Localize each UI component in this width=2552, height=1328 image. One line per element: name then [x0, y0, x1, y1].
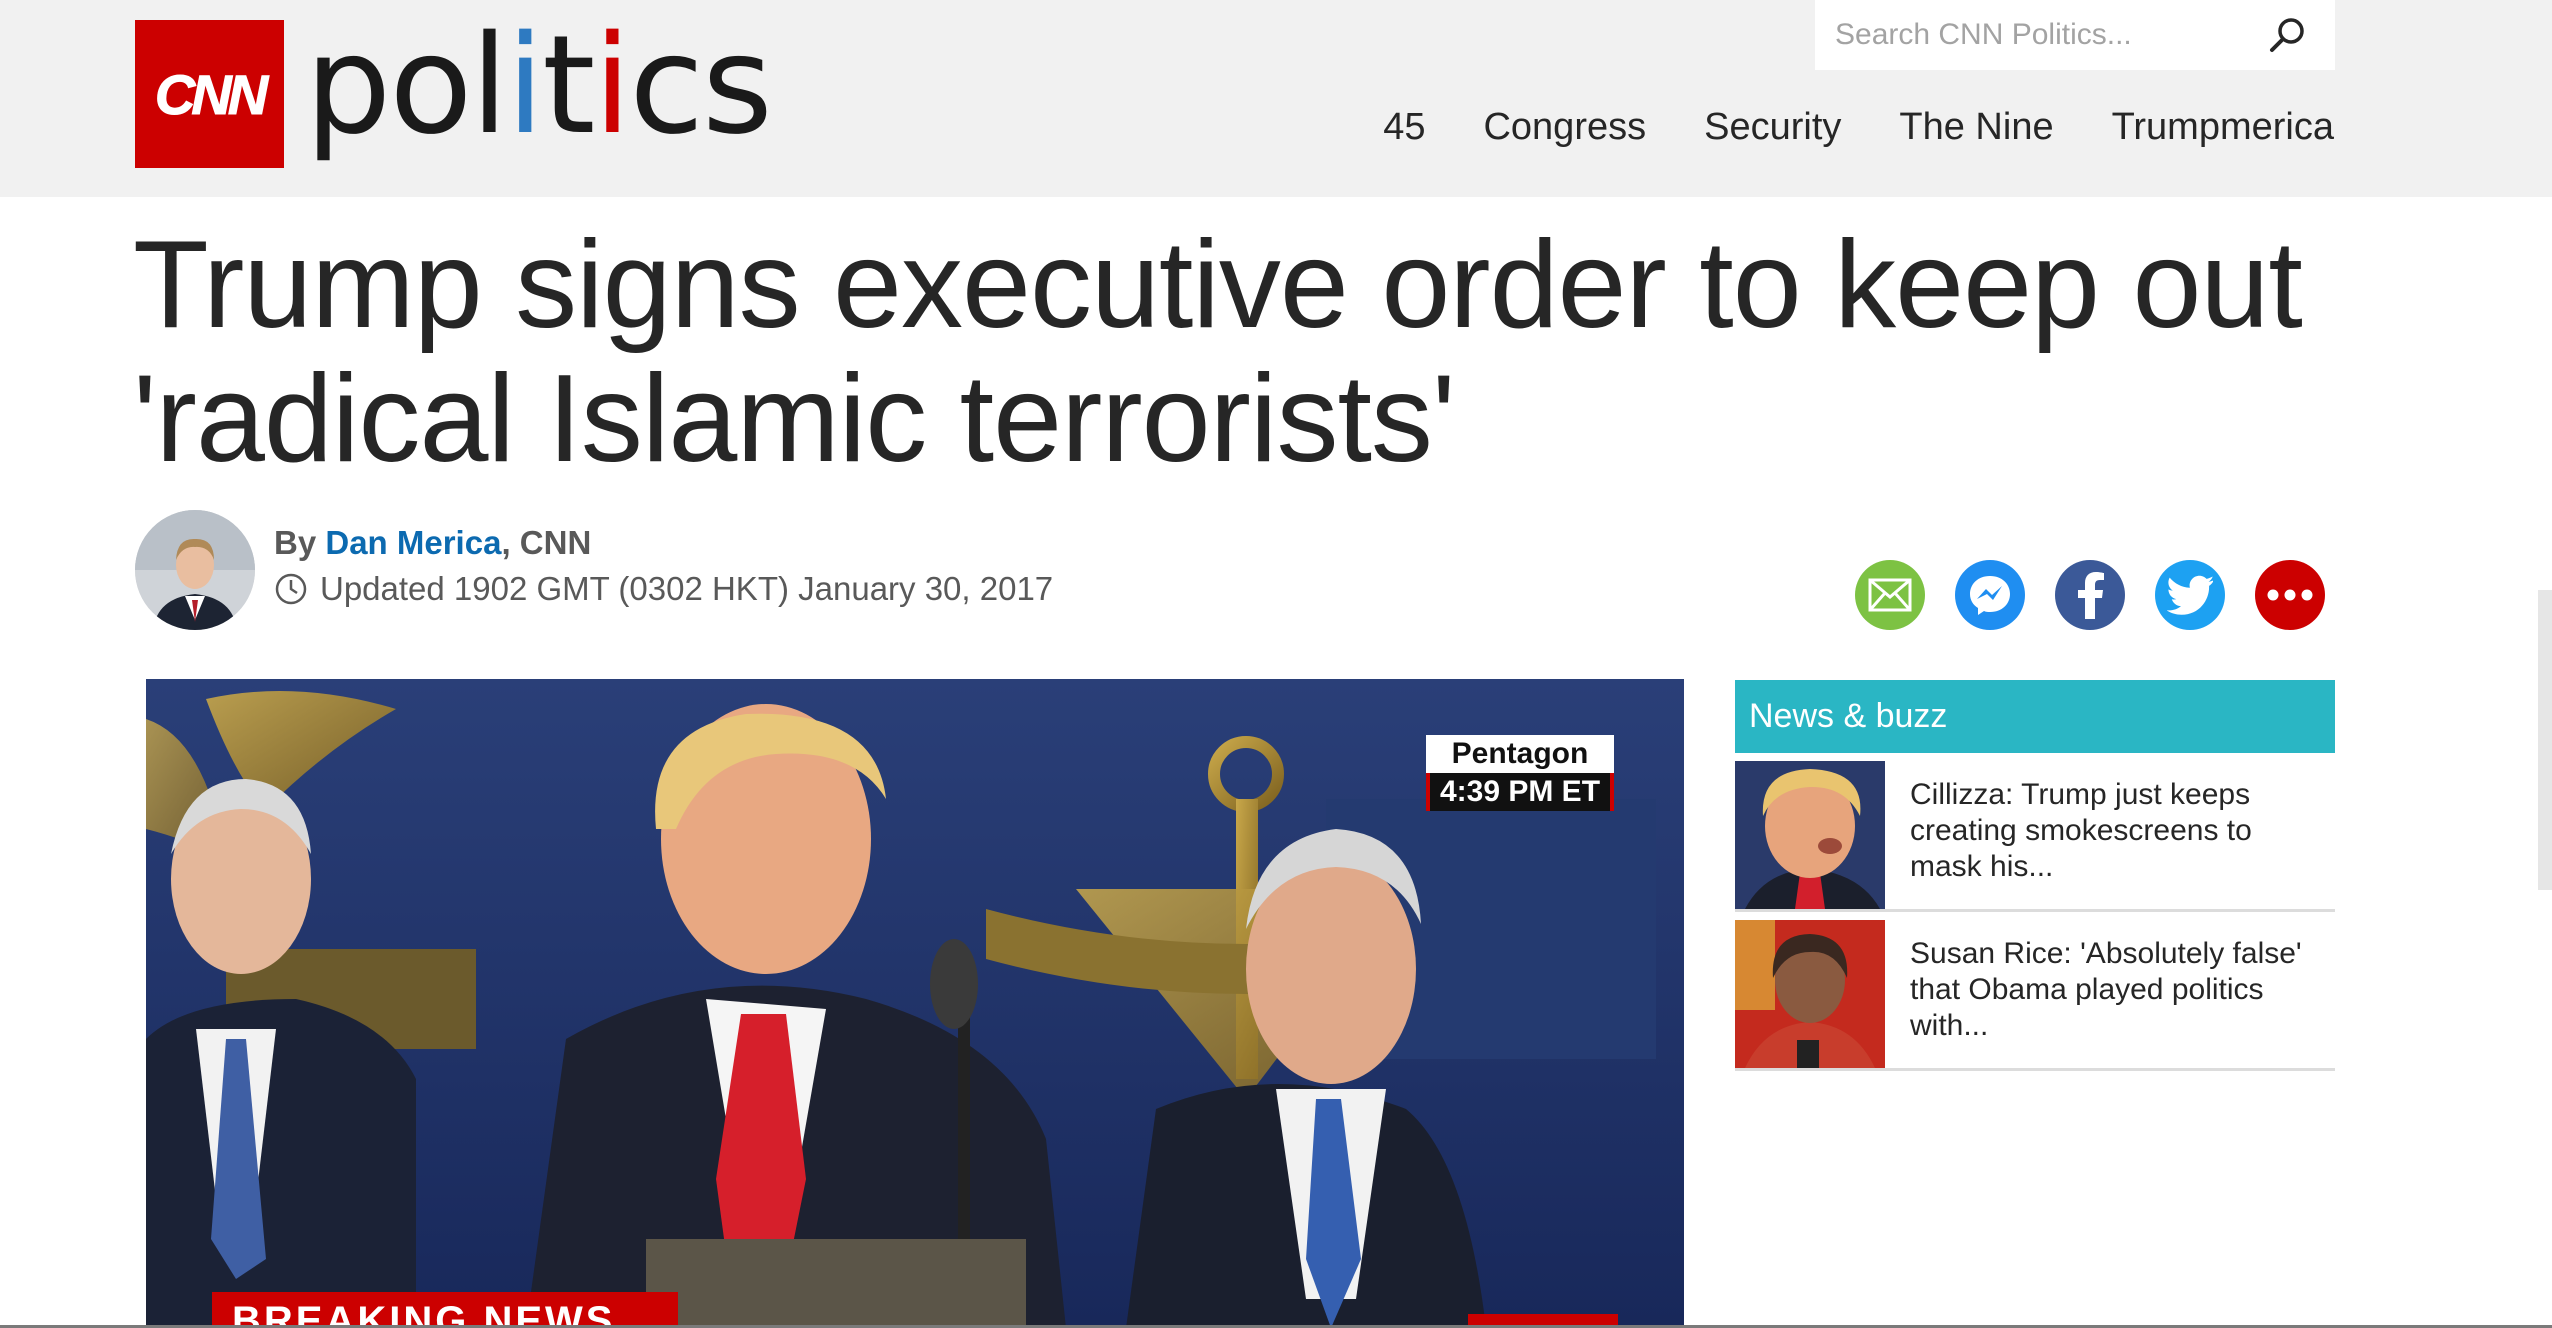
buzz-headline[interactable]: Susan Rice: 'Absolutely false' that Obam…	[1910, 936, 2320, 1068]
search-box	[1815, 0, 2335, 70]
section-title-part: i	[593, 7, 631, 165]
nav-item-security[interactable]: Security	[1704, 106, 1841, 149]
location-badge: Pentagon 4:39 PM ET	[1426, 735, 1614, 811]
section-title[interactable]: politics	[305, 6, 773, 166]
email-share-button[interactable]	[1855, 560, 1925, 630]
news-buzz-panel: News & buzz Cillizza: Trump just keeps c…	[1735, 680, 2335, 1071]
buzz-item[interactable]: Cillizza: Trump just keeps creating smok…	[1735, 761, 2335, 912]
scrollbar[interactable]	[2538, 590, 2552, 890]
article-headline: Trump signs executive order to keep out …	[133, 216, 2303, 488]
byline-outlet: , CNN	[501, 524, 592, 561]
buzz-headline[interactable]: Cillizza: Trump just keeps creating smok…	[1910, 777, 2320, 909]
buzz-item[interactable]: Susan Rice: 'Absolutely false' that Obam…	[1735, 920, 2335, 1071]
more-icon	[2267, 589, 2313, 601]
search-icon[interactable]	[2265, 13, 2309, 57]
section-title-part: cs	[629, 7, 773, 165]
more-share-button[interactable]	[2255, 560, 2325, 630]
updated-timestamp: Updated 1902 GMT (0302 HKT) January 30, …	[274, 570, 1053, 608]
share-bar	[1855, 560, 2325, 630]
twitter-icon	[2167, 575, 2213, 615]
nav-item-congress[interactable]: Congress	[1483, 106, 1646, 149]
author-avatar[interactable]	[135, 510, 255, 630]
hero-video[interactable]: Pentagon 4:39 PM ET BREAKING NEWS	[146, 679, 1684, 1328]
nav-item-45[interactable]: 45	[1383, 106, 1425, 149]
buzz-thumbnail[interactable]	[1735, 920, 1885, 1068]
section-title-part: pol	[305, 7, 508, 165]
cnn-logo-text: CNN	[154, 62, 268, 126]
updated-text: Updated 1902 GMT (0302 HKT) January 30, …	[320, 570, 1054, 607]
messenger-share-button[interactable]	[1955, 560, 2025, 630]
section-nav: 45 Congress Security The Nine Trumpmeric…	[1325, 100, 2334, 154]
facebook-icon	[2078, 572, 2104, 619]
email-icon	[1868, 578, 1912, 612]
byline-prefix: By	[274, 524, 317, 561]
nav-item-the-nine[interactable]: The Nine	[1899, 106, 2053, 149]
site-header: CNN politics 45 Congress Security The Ni…	[0, 0, 2552, 197]
facebook-share-button[interactable]	[2055, 560, 2125, 630]
twitter-share-button[interactable]	[2155, 560, 2225, 630]
breaking-news-banner: BREAKING NEWS	[212, 1292, 678, 1328]
section-title-part: t	[542, 7, 595, 165]
news-buzz-title: News & buzz	[1735, 680, 2335, 753]
messenger-icon	[1970, 576, 2010, 615]
buzz-thumbnail[interactable]	[1735, 761, 1885, 909]
location-label: Pentagon	[1426, 735, 1614, 773]
search-input[interactable]	[1833, 17, 2257, 53]
section-title-part: i	[506, 7, 544, 165]
byline: By Dan Merica, CNN	[274, 524, 591, 562]
broadcast-time: 4:39 PM ET	[1426, 773, 1614, 811]
cnn-logo[interactable]: CNN	[135, 20, 284, 168]
nav-item-trumpmerica[interactable]: Trumpmerica	[2112, 106, 2334, 149]
clock-icon	[275, 573, 307, 605]
author-link[interactable]: Dan Merica	[325, 524, 501, 561]
